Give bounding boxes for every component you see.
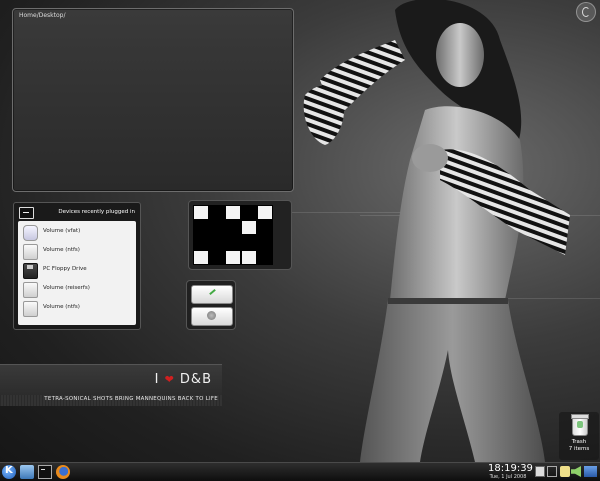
device-item[interactable]: Volume (ntfs) bbox=[21, 242, 133, 260]
puzzle-tile[interactable] bbox=[257, 220, 273, 235]
pen-icon bbox=[209, 288, 216, 296]
clock[interactable]: 18:19:39 Tue, 1 Jul 2008 bbox=[488, 463, 533, 480]
puzzle-tile[interactable] bbox=[209, 235, 225, 250]
device-notifier-header: Devices recently plugged in bbox=[16, 205, 138, 219]
mini-control-widget bbox=[186, 280, 236, 330]
device-notifier-widget: Devices recently plugged in Volume (vfat… bbox=[13, 202, 141, 330]
file-manager-icon[interactable] bbox=[20, 465, 34, 479]
device-list: Volume (vfat) Volume (ntfs) PC Floppy Dr… bbox=[18, 221, 136, 325]
trash-label: Trash 7 items bbox=[559, 439, 599, 453]
puzzle-tile[interactable] bbox=[257, 235, 273, 250]
hard-disk-icon bbox=[23, 301, 38, 317]
usb-drive-icon bbox=[23, 225, 38, 241]
device-item[interactable]: Volume (ntfs) bbox=[21, 299, 133, 317]
folder-view-widget[interactable]: Home/Desktop/ bbox=[12, 8, 294, 192]
love-prefix: I bbox=[154, 372, 160, 387]
display-icon[interactable] bbox=[535, 466, 545, 477]
tagline: TETRA-SONICAL SHOTS BRING MANNEQUINS BAC… bbox=[44, 396, 218, 402]
puzzle-tile[interactable] bbox=[209, 205, 225, 220]
puzzle-tile[interactable] bbox=[225, 235, 241, 250]
device-label: Volume (ntfs) bbox=[43, 304, 80, 310]
heart-icon: ❤ bbox=[164, 373, 175, 386]
puzzle-tile[interactable] bbox=[257, 205, 273, 220]
desktop-icon[interactable] bbox=[584, 466, 597, 477]
device-item[interactable]: Volume (vfat) bbox=[21, 223, 133, 241]
device-label: Volume (ntfs) bbox=[43, 247, 80, 253]
device-label: PC Floppy Drive bbox=[43, 266, 87, 272]
trash-count: 7 items bbox=[568, 446, 590, 452]
clock-date: Tue, 1 Jul 2008 bbox=[489, 474, 527, 480]
puzzle-tile[interactable] bbox=[209, 220, 225, 235]
tagline-bar: TETRA-SONICAL SHOTS BRING MANNEQUINS BAC… bbox=[0, 395, 222, 406]
puzzle-tile[interactable] bbox=[209, 250, 225, 265]
puzzle-tile[interactable] bbox=[241, 235, 257, 250]
puzzle-tile[interactable] bbox=[225, 250, 241, 265]
device-notifier-icon[interactable] bbox=[19, 207, 34, 219]
puzzle-tile[interactable] bbox=[241, 205, 257, 220]
device-label: Volume (reiserfs) bbox=[43, 285, 90, 291]
trash-widget[interactable]: Trash 7 items bbox=[559, 412, 599, 460]
puzzle-grid bbox=[193, 205, 273, 265]
hard-disk-icon bbox=[23, 282, 38, 298]
pen-button[interactable] bbox=[191, 285, 233, 304]
device-notifier-title: Devices recently plugged in bbox=[58, 209, 135, 215]
folder-path: Home/Desktop/ bbox=[19, 12, 66, 19]
device-label: Volume (vfat) bbox=[43, 228, 81, 234]
taskbar: 18:19:39 Tue, 1 Jul 2008 bbox=[0, 462, 600, 481]
trash-title: Trash bbox=[571, 439, 587, 445]
hard-disk-icon bbox=[23, 244, 38, 260]
puzzle-tile[interactable] bbox=[257, 250, 273, 265]
circle-icon bbox=[207, 311, 216, 320]
device-item[interactable]: PC Floppy Drive bbox=[21, 261, 133, 279]
kde-menu-icon[interactable] bbox=[2, 465, 16, 479]
puzzle-tile[interactable] bbox=[193, 220, 209, 235]
puzzle-tile[interactable] bbox=[241, 250, 257, 265]
notes-icon[interactable] bbox=[560, 466, 570, 477]
love-text: I ❤ D&B bbox=[155, 372, 212, 387]
puzzle-widget bbox=[188, 200, 292, 270]
puzzle-tile[interactable] bbox=[193, 205, 209, 220]
puzzle-tile[interactable] bbox=[225, 220, 241, 235]
record-button[interactable] bbox=[191, 307, 233, 326]
device-item[interactable]: Volume (reiserfs) bbox=[21, 280, 133, 298]
puzzle-tile[interactable] bbox=[193, 235, 209, 250]
love-banner: I ❤ D&B bbox=[0, 364, 222, 396]
wallpaper-photo bbox=[303, 0, 570, 462]
desktop-toolbox-icon[interactable] bbox=[576, 2, 596, 22]
volume-icon[interactable] bbox=[571, 466, 581, 477]
firefox-icon[interactable] bbox=[56, 465, 70, 479]
puzzle-tile[interactable] bbox=[193, 250, 209, 265]
love-suffix: D&B bbox=[179, 372, 212, 387]
floppy-icon bbox=[23, 263, 38, 279]
trash-icon bbox=[571, 414, 589, 436]
puzzle-tile[interactable] bbox=[225, 205, 241, 220]
clock-time: 18:19:39 bbox=[488, 463, 533, 474]
window-list-icon[interactable] bbox=[547, 466, 557, 477]
terminal-icon[interactable] bbox=[38, 465, 52, 479]
puzzle-tile[interactable] bbox=[241, 220, 257, 235]
